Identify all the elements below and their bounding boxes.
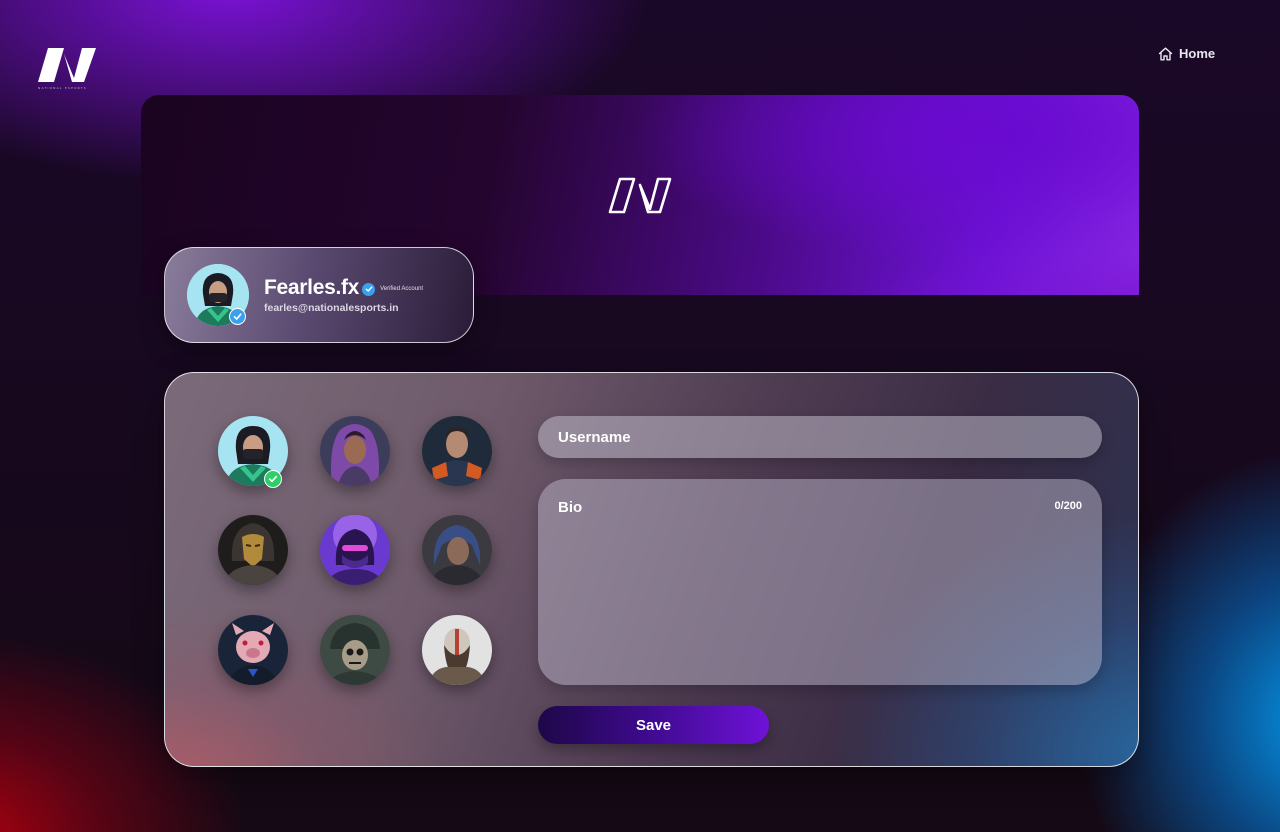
avatar-neon-masked-ninja-icon [320, 515, 390, 585]
verified-account-label: Verified Account [380, 286, 424, 292]
banner-logo-icon [608, 177, 672, 214]
save-button[interactable]: Save [538, 706, 769, 744]
profile-email: fearles@nationalesports.in [264, 302, 399, 314]
avatar-blue-hair-fighter-icon [422, 515, 492, 585]
avatar-pig-mask-hacker-icon [218, 615, 288, 685]
avatar-cyber-soldier-icon [422, 416, 492, 486]
avatar-purple-hair-heroine-icon [320, 416, 390, 486]
profile-card: Fearles.fx Verified Account fearles@nati… [164, 247, 474, 343]
avatar-option-blue-hair-fighter[interactable] [422, 515, 492, 585]
avatar-option-pig-mask-hacker[interactable] [218, 615, 288, 685]
avatar-option-cyber-soldier[interactable] [422, 416, 492, 486]
avatar-bearded-god-warrior-icon [422, 615, 492, 685]
verified-badge-icon [362, 282, 376, 296]
profile-verified-check-icon [229, 308, 246, 325]
avatar-gold-mask-warrior-icon [218, 515, 288, 585]
home-link[interactable]: Home [1158, 46, 1215, 61]
home-icon [1158, 47, 1173, 60]
avatar-skull-helmet-soldier-icon [320, 615, 390, 685]
bio-field-container: 0/200 [538, 479, 1102, 685]
avatar-option-skull-helmet-soldier[interactable] [320, 615, 390, 685]
avatar-option-gold-mask-warrior[interactable] [218, 515, 288, 585]
username-input[interactable] [538, 416, 1102, 458]
profile-name-row: Fearles.fx Verified Account [264, 276, 423, 300]
bio-character-counter: 0/200 [1054, 500, 1082, 512]
bio-textarea[interactable] [538, 479, 1102, 685]
avatar-option-purple-hair-heroine[interactable] [320, 416, 390, 486]
selected-avatar-check-icon [264, 470, 282, 488]
brand-logo-subtext: NATIONAL ESPORTS [38, 86, 87, 90]
avatar-option-neon-masked-ninja[interactable] [320, 515, 390, 585]
nationalesports-logo-icon [38, 48, 96, 82]
profile-name: Fearles.fx [264, 276, 360, 299]
home-link-label: Home [1179, 46, 1216, 61]
brand-logo[interactable]: NATIONAL ESPORTS [38, 48, 98, 92]
avatar-option-bearded-god-warrior[interactable] [422, 615, 492, 685]
